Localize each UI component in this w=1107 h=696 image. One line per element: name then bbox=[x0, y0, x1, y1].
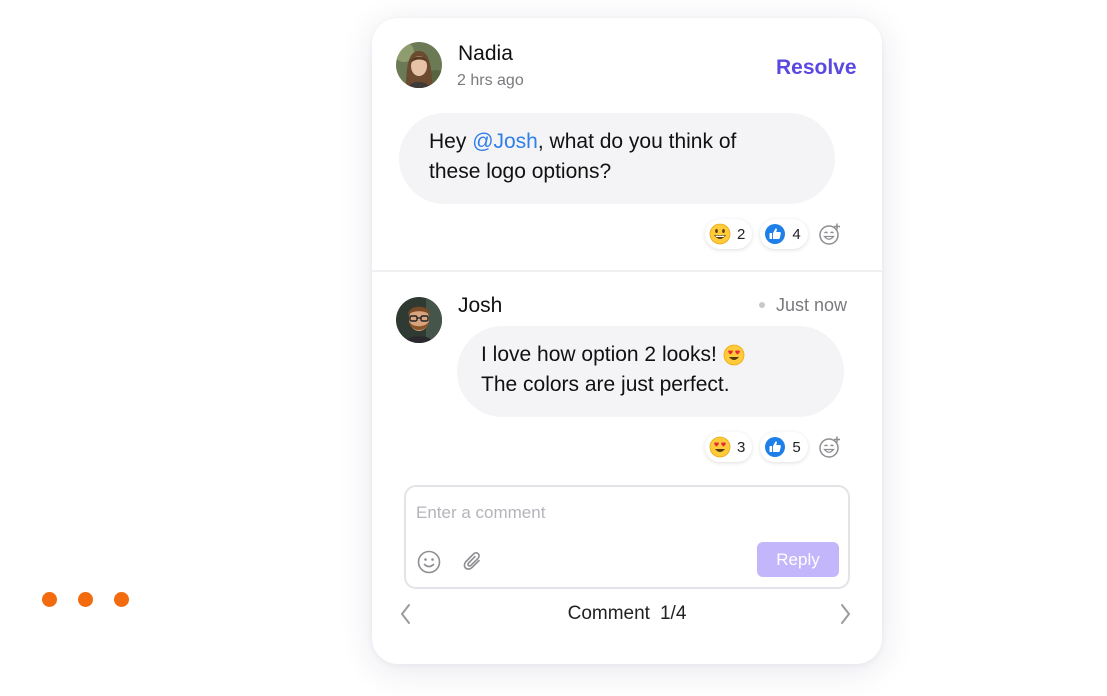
comment-timestamp: Just now bbox=[776, 295, 848, 315]
reaction-bar: 2 4 bbox=[705, 219, 844, 249]
reaction-count: 2 bbox=[737, 225, 746, 243]
comment-line: Hey @Josh, what do you think of bbox=[429, 127, 805, 157]
user-mention[interactable]: @Josh bbox=[472, 130, 538, 153]
comment-timestamp: 2 hrs ago bbox=[457, 72, 524, 89]
orange-dot bbox=[114, 592, 129, 607]
avatar-josh bbox=[396, 297, 442, 343]
comment-text: Hey bbox=[429, 130, 473, 153]
thumbs-up-icon bbox=[765, 224, 786, 244]
reaction-count: 5 bbox=[792, 438, 801, 456]
comment-thread-card: Nadia 2 hrs ago Resolve Hey @Josh, what … bbox=[372, 18, 882, 664]
comment-composer: Reply bbox=[404, 485, 850, 589]
decorative-dots bbox=[42, 592, 129, 607]
pager-position: 1/4 bbox=[659, 603, 687, 624]
reaction-bar: 3 5 bbox=[705, 432, 844, 462]
reaction-count: 4 bbox=[792, 225, 801, 243]
reply-button[interactable]: Reply bbox=[757, 542, 839, 577]
heart-eyes-icon bbox=[723, 344, 745, 366]
author-name: Nadia bbox=[458, 42, 513, 65]
comment-line: I love how option 2 looks! bbox=[481, 340, 820, 370]
attachment-icon[interactable] bbox=[460, 549, 486, 575]
separator-dot bbox=[759, 302, 765, 308]
reaction-chip[interactable]: 5 bbox=[760, 432, 808, 462]
comment-divider bbox=[372, 270, 882, 272]
comment-pager: Comment 1/4 bbox=[372, 600, 882, 628]
add-reaction-icon[interactable] bbox=[816, 220, 844, 248]
pager-label: Comment 1/4 bbox=[372, 603, 882, 625]
comment-text: , what do you think of bbox=[537, 130, 737, 153]
add-reaction-icon[interactable] bbox=[816, 433, 844, 461]
comment-line: The colors are just perfect. bbox=[481, 373, 730, 396]
reaction-chip[interactable]: 4 bbox=[760, 219, 808, 249]
reaction-chip[interactable]: 3 bbox=[705, 432, 753, 462]
reaction-chip[interactable]: 2 bbox=[705, 219, 753, 249]
comment-bubble: I love how option 2 looks! The colors ar… bbox=[457, 326, 844, 417]
author-name: Josh bbox=[458, 294, 503, 317]
avatar-nadia bbox=[396, 42, 442, 88]
reaction-count: 3 bbox=[737, 438, 746, 456]
orange-dot bbox=[78, 592, 93, 607]
comment-input[interactable] bbox=[416, 499, 836, 527]
comment-text: I love how option 2 looks! bbox=[481, 343, 717, 366]
emoji-picker-icon[interactable] bbox=[416, 549, 442, 575]
thumbs-up-icon bbox=[765, 437, 786, 457]
orange-dot bbox=[42, 592, 57, 607]
comment-bubble: Hey @Josh, what do you think of these lo… bbox=[399, 113, 835, 204]
chevron-right-icon[interactable] bbox=[833, 600, 857, 628]
grinning-face-icon bbox=[709, 223, 731, 245]
comment-line: these logo options? bbox=[429, 160, 612, 183]
resolve-button[interactable]: Resolve bbox=[776, 56, 857, 80]
pager-text: Comment bbox=[567, 603, 650, 624]
heart-eyes-icon bbox=[709, 436, 731, 458]
